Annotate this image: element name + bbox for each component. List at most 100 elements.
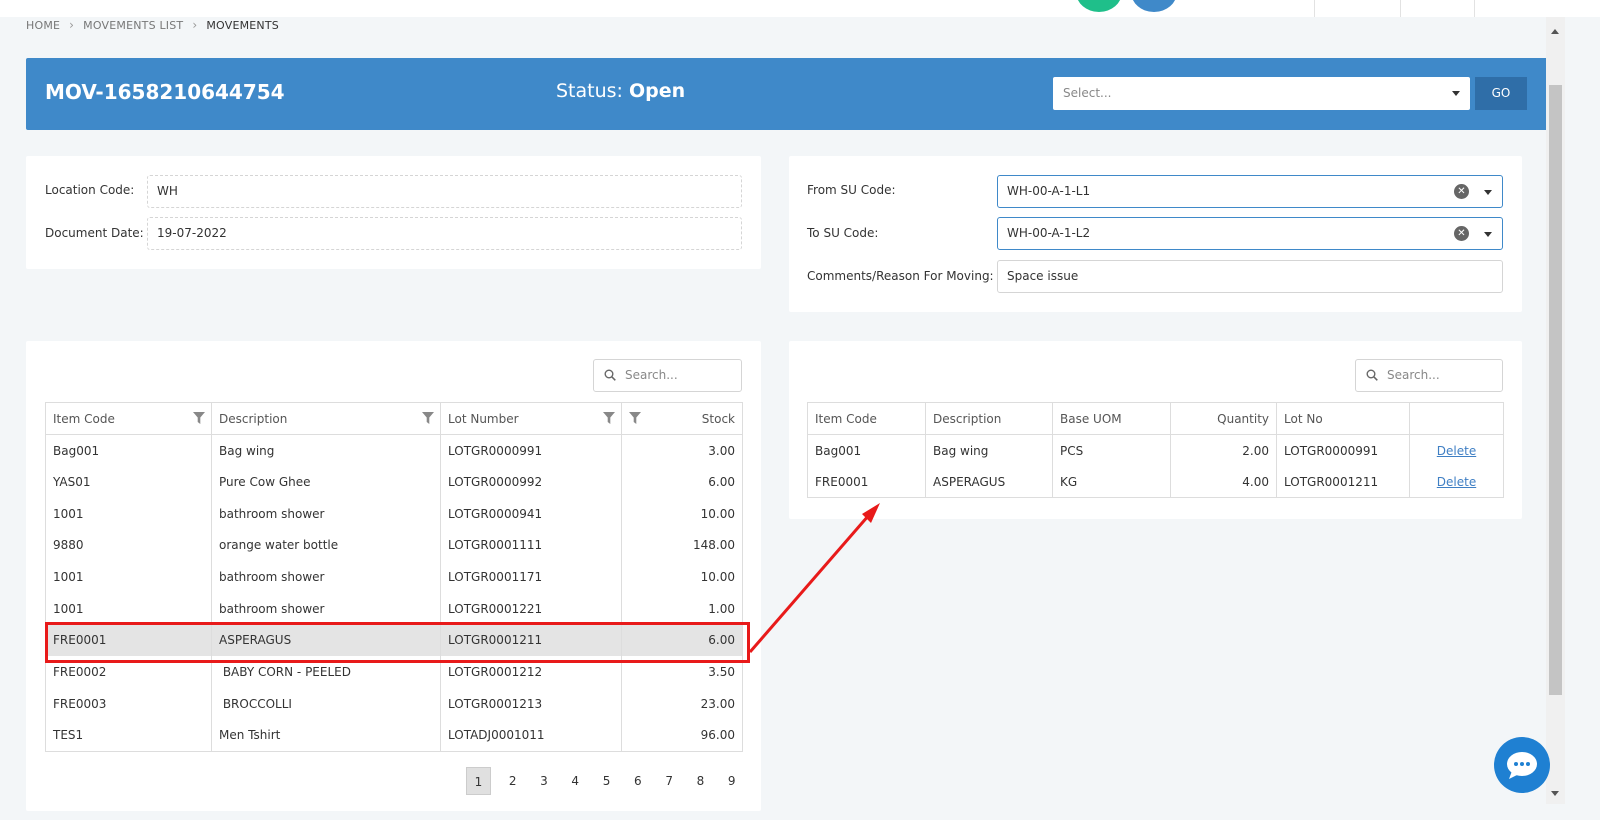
- page-5-button[interactable]: 5: [591, 767, 622, 795]
- document-header: MOV-1658210644754 Status: Open Select...…: [26, 58, 1553, 130]
- chevron-down-icon[interactable]: [1484, 190, 1492, 195]
- search-icon: [1366, 369, 1378, 381]
- user-avatar[interactable]: [1131, 0, 1177, 12]
- scrollbar-thumb[interactable]: [1549, 85, 1562, 695]
- table-row[interactable]: FRE0003 BROCCOLLI LOTGR0001213 23.00: [45, 688, 743, 720]
- filter-icon[interactable]: [193, 412, 205, 424]
- table-row: FRE0001 ASPERAGUS KG 4.00 LOTGR0001211 Delete: [807, 466, 1504, 499]
- description-cell: Bag wing: [925, 434, 1053, 467]
- item-code-cell: 1001: [45, 592, 212, 625]
- from-su-code-label: From SU Code:: [807, 183, 896, 197]
- table-header-row: Item Code Description Lot Number Stock: [45, 402, 743, 435]
- table-row: Bag001 Bag wing PCS 2.00 LOTGR0000991 Delete: [807, 434, 1504, 467]
- lot-number-cell: LOTGR0001212: [440, 656, 622, 688]
- page-3-button[interactable]: 3: [528, 767, 559, 795]
- action-select[interactable]: Select...: [1053, 77, 1470, 110]
- table-row[interactable]: 9880 orange water bottle LOTGR0001111 148.0…: [45, 529, 743, 562]
- to-su-code-select[interactable]: WH-00-A-1-L2 ✕: [997, 217, 1503, 250]
- column-header-item-code[interactable]: Item Code: [45, 402, 212, 435]
- lot-number-cell: LOTADJ0001011: [440, 719, 622, 752]
- stock-cell: 10.00: [621, 561, 743, 593]
- chat-button[interactable]: [1494, 737, 1550, 793]
- lot-number-cell: LOTGR0000941: [440, 497, 622, 530]
- column-label: Lot Number: [448, 411, 519, 426]
- column-header-lot-no[interactable]: Lot No: [1276, 402, 1410, 435]
- document-number: MOV-1658210644754: [45, 80, 285, 104]
- moved-search-placeholder: Search...: [1387, 368, 1440, 382]
- pagination: 123456789: [466, 767, 747, 795]
- page-7-button[interactable]: 7: [653, 767, 684, 795]
- clear-icon[interactable]: ✕: [1454, 226, 1469, 241]
- column-header-quantity[interactable]: Quantity: [1170, 402, 1277, 435]
- scroll-down-arrow[interactable]: [1551, 791, 1559, 796]
- location-code-field: WH: [147, 175, 742, 208]
- comments-label: Comments/Reason For Moving:: [807, 269, 994, 283]
- page-scrollbar[interactable]: [1546, 17, 1565, 804]
- filter-icon[interactable]: [629, 412, 641, 424]
- lot-number-cell: LOTGR0001171: [440, 561, 622, 593]
- table-row[interactable]: YAS01 Pure Cow Ghee LOTGR0000992 6.00: [45, 466, 743, 498]
- actions-cell: Delete: [1409, 466, 1504, 499]
- stock-search-input[interactable]: Search...: [593, 359, 742, 392]
- table-row[interactable]: FRE0002 BABY CORN - PEELED LOTGR0001212 3.…: [45, 656, 743, 688]
- base-uom-cell: PCS: [1052, 434, 1171, 467]
- stock-cell: 23.00: [621, 688, 743, 720]
- page-8-button[interactable]: 8: [685, 767, 716, 795]
- lot-number-cell: LOTGR0000991: [440, 434, 622, 467]
- to-su-code-label: To SU Code:: [807, 226, 879, 240]
- table-row[interactable]: 1001 bathroom shower LOTGR0001171 10.00: [45, 561, 743, 593]
- document-date-field: 19-07-2022: [147, 217, 742, 250]
- table-row[interactable]: Bag001 Bag wing LOTGR0000991 3.00: [45, 434, 743, 467]
- filter-icon[interactable]: [422, 412, 434, 424]
- document-date-label: Document Date:: [45, 226, 144, 240]
- description-cell: bathroom shower: [211, 497, 441, 530]
- page-2-button[interactable]: 2: [497, 767, 528, 795]
- scroll-up-arrow[interactable]: [1551, 29, 1559, 34]
- column-header-base-uom[interactable]: Base UOM: [1052, 402, 1171, 435]
- delete-link[interactable]: Delete: [1437, 444, 1476, 458]
- table-row[interactable]: FRE0001 ASPERAGUS LOTGR0001211 6.00: [45, 624, 743, 657]
- lot-no-cell: LOTGR0001211: [1276, 466, 1410, 499]
- search-icon: [604, 369, 616, 381]
- column-header-item-code[interactable]: Item Code: [807, 402, 926, 435]
- top-navbar: [0, 0, 1600, 17]
- status-label: Status:: [556, 80, 629, 102]
- table-row[interactable]: TES1 Men Tshirt LOTADJ0001011 96.00: [45, 719, 743, 752]
- location-code-label: Location Code:: [45, 183, 135, 197]
- page-9-button[interactable]: 9: [716, 767, 747, 795]
- description-cell: bathroom shower: [211, 561, 441, 593]
- actions-cell: Delete: [1409, 434, 1504, 467]
- column-header-stock[interactable]: Stock: [621, 402, 743, 435]
- su-code-card: From SU Code: WH-00-A-1-L1 ✕ To SU Code:…: [789, 156, 1522, 312]
- from-su-code-select[interactable]: WH-00-A-1-L1 ✕: [997, 175, 1503, 208]
- breadcrumb-home[interactable]: HOME: [26, 19, 60, 32]
- column-label: Stock: [701, 411, 735, 426]
- item-code-cell: 1001: [45, 497, 212, 530]
- page-1-button[interactable]: 1: [466, 767, 491, 795]
- item-code-cell: 9880: [45, 529, 212, 562]
- filter-icon[interactable]: [603, 412, 615, 424]
- description-cell: BROCCOLLI: [211, 688, 441, 720]
- location-card: Location Code: WH Document Date: 19-07-2…: [26, 156, 761, 269]
- delete-link[interactable]: Delete: [1437, 475, 1476, 489]
- clear-icon[interactable]: ✕: [1454, 184, 1469, 199]
- go-button[interactable]: GO: [1475, 77, 1527, 110]
- action-select-placeholder: Select...: [1063, 86, 1112, 100]
- column-header-description[interactable]: Description: [925, 402, 1053, 435]
- page-6-button[interactable]: 6: [622, 767, 653, 795]
- stock-cell: 3.50: [621, 656, 743, 688]
- item-code-cell: FRE0001: [807, 466, 926, 499]
- table-row[interactable]: 1001 bathroom shower LOTGR0001221 1.00: [45, 592, 743, 625]
- comments-input[interactable]: Space issue: [997, 260, 1503, 293]
- column-header-description[interactable]: Description: [211, 402, 441, 435]
- table-row[interactable]: 1001 bathroom shower LOTGR0000941 10.00: [45, 497, 743, 530]
- column-header-lot-number[interactable]: Lot Number: [440, 402, 622, 435]
- chat-icon: [1507, 752, 1537, 779]
- table-header-row: Item Code Description Base UOM Quantity …: [807, 402, 1504, 435]
- green-status-icon[interactable]: [1076, 0, 1122, 12]
- chevron-down-icon[interactable]: [1484, 232, 1492, 237]
- page-4-button[interactable]: 4: [560, 767, 591, 795]
- breadcrumb-movements-list[interactable]: MOVEMENTS LIST: [83, 19, 183, 32]
- description-cell: Pure Cow Ghee: [211, 466, 441, 498]
- moved-search-input[interactable]: Search...: [1355, 359, 1503, 392]
